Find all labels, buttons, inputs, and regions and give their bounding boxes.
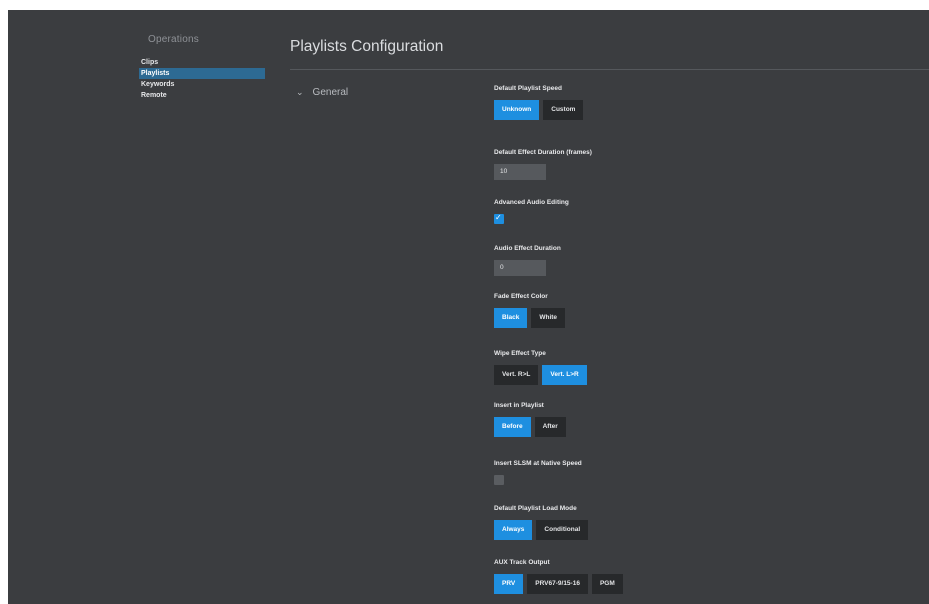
- insert-after-button[interactable]: After: [534, 417, 566, 437]
- setting-effect-duration: Default Effect Duration (frames) 10: [494, 148, 592, 180]
- section-label: General: [312, 87, 349, 98]
- speed-custom-button[interactable]: Custom: [543, 100, 584, 120]
- page-title: Playlists Configuration: [290, 38, 444, 55]
- load-mode-toggle: Always Conditional: [494, 520, 589, 540]
- title-divider: [290, 69, 929, 70]
- setting-label: Insert in Playlist: [494, 402, 544, 409]
- setting-label: Fade Effect Color: [494, 293, 548, 300]
- insert-slsm-checkbox[interactable]: [494, 475, 504, 485]
- fade-white-button[interactable]: White: [531, 308, 566, 328]
- section-general[interactable]: ⌄ General: [296, 87, 348, 98]
- sidebar-item-playlists[interactable]: Playlists: [139, 68, 265, 79]
- sidebar-item-remote[interactable]: Remote: [139, 90, 265, 101]
- sidebar-item-clips[interactable]: Clips: [139, 57, 265, 68]
- setting-label: Default Effect Duration (frames): [494, 149, 592, 156]
- playlist-speed-toggle: Unknown Custom: [494, 100, 584, 120]
- setting-load-mode: Default Playlist Load Mode Always Condit…: [494, 504, 589, 540]
- setting-label: Audio Effect Duration: [494, 245, 561, 252]
- setting-label: Default Playlist Load Mode: [494, 505, 577, 512]
- aux-output-toggle: PRV PRV67-9/15-16 PGM: [494, 574, 623, 594]
- wipe-type-toggle: Vert. R>L Vert. L>R: [494, 365, 587, 385]
- insert-position-toggle: Before After: [494, 417, 566, 437]
- sidebar: Operations Clips Playlists Keywords Remo…: [139, 34, 265, 101]
- setting-playlist-speed: Default Playlist Speed Unknown Custom: [494, 84, 584, 120]
- setting-insert-slsm: Insert SLSM at Native Speed: [494, 459, 582, 485]
- app-window: Operations Clips Playlists Keywords Remo…: [8, 10, 929, 604]
- sidebar-heading: Operations: [148, 34, 199, 45]
- aux-pgm-button[interactable]: PGM: [591, 574, 623, 594]
- aux-prv-button[interactable]: PRV: [494, 574, 524, 594]
- setting-advanced-audio: Advanced Audio Editing ✓: [494, 198, 569, 224]
- checkmark-icon: ✓: [495, 213, 502, 222]
- setting-wipe-type: Wipe Effect Type Vert. R>L Vert. L>R: [494, 349, 587, 385]
- load-always-button[interactable]: Always: [494, 520, 533, 540]
- wipe-vert-lr-button[interactable]: Vert. L>R: [542, 365, 587, 385]
- aux-prv67-button[interactable]: PRV67-9/15-16: [527, 574, 588, 594]
- setting-label: Default Playlist Speed: [494, 85, 562, 92]
- load-conditional-button[interactable]: Conditional: [536, 520, 589, 540]
- fade-black-button[interactable]: Black: [494, 308, 528, 328]
- setting-label: Wipe Effect Type: [494, 350, 546, 357]
- setting-fade-color: Fade Effect Color Black White: [494, 292, 566, 328]
- setting-aux-output: AUX Track Output PRV PRV67-9/15-16 PGM: [494, 558, 623, 594]
- fade-color-toggle: Black White: [494, 308, 566, 328]
- setting-insert-in-playlist: Insert in Playlist Before After: [494, 401, 566, 437]
- setting-audio-effect-duration: Audio Effect Duration 0: [494, 244, 561, 276]
- setting-label: AUX Track Output: [494, 559, 550, 566]
- sidebar-item-keywords[interactable]: Keywords: [139, 79, 265, 90]
- speed-unknown-button[interactable]: Unknown: [494, 100, 540, 120]
- wipe-vert-rl-button[interactable]: Vert. R>L: [494, 365, 539, 385]
- chevron-down-icon: ⌄: [296, 87, 304, 97]
- audio-effect-duration-input[interactable]: 0: [494, 260, 546, 276]
- advanced-audio-checkbox[interactable]: ✓: [494, 213, 504, 224]
- setting-label: Advanced Audio Editing: [494, 199, 569, 206]
- effect-duration-input[interactable]: 10: [494, 164, 546, 180]
- insert-before-button[interactable]: Before: [494, 417, 531, 437]
- setting-label: Insert SLSM at Native Speed: [494, 460, 582, 467]
